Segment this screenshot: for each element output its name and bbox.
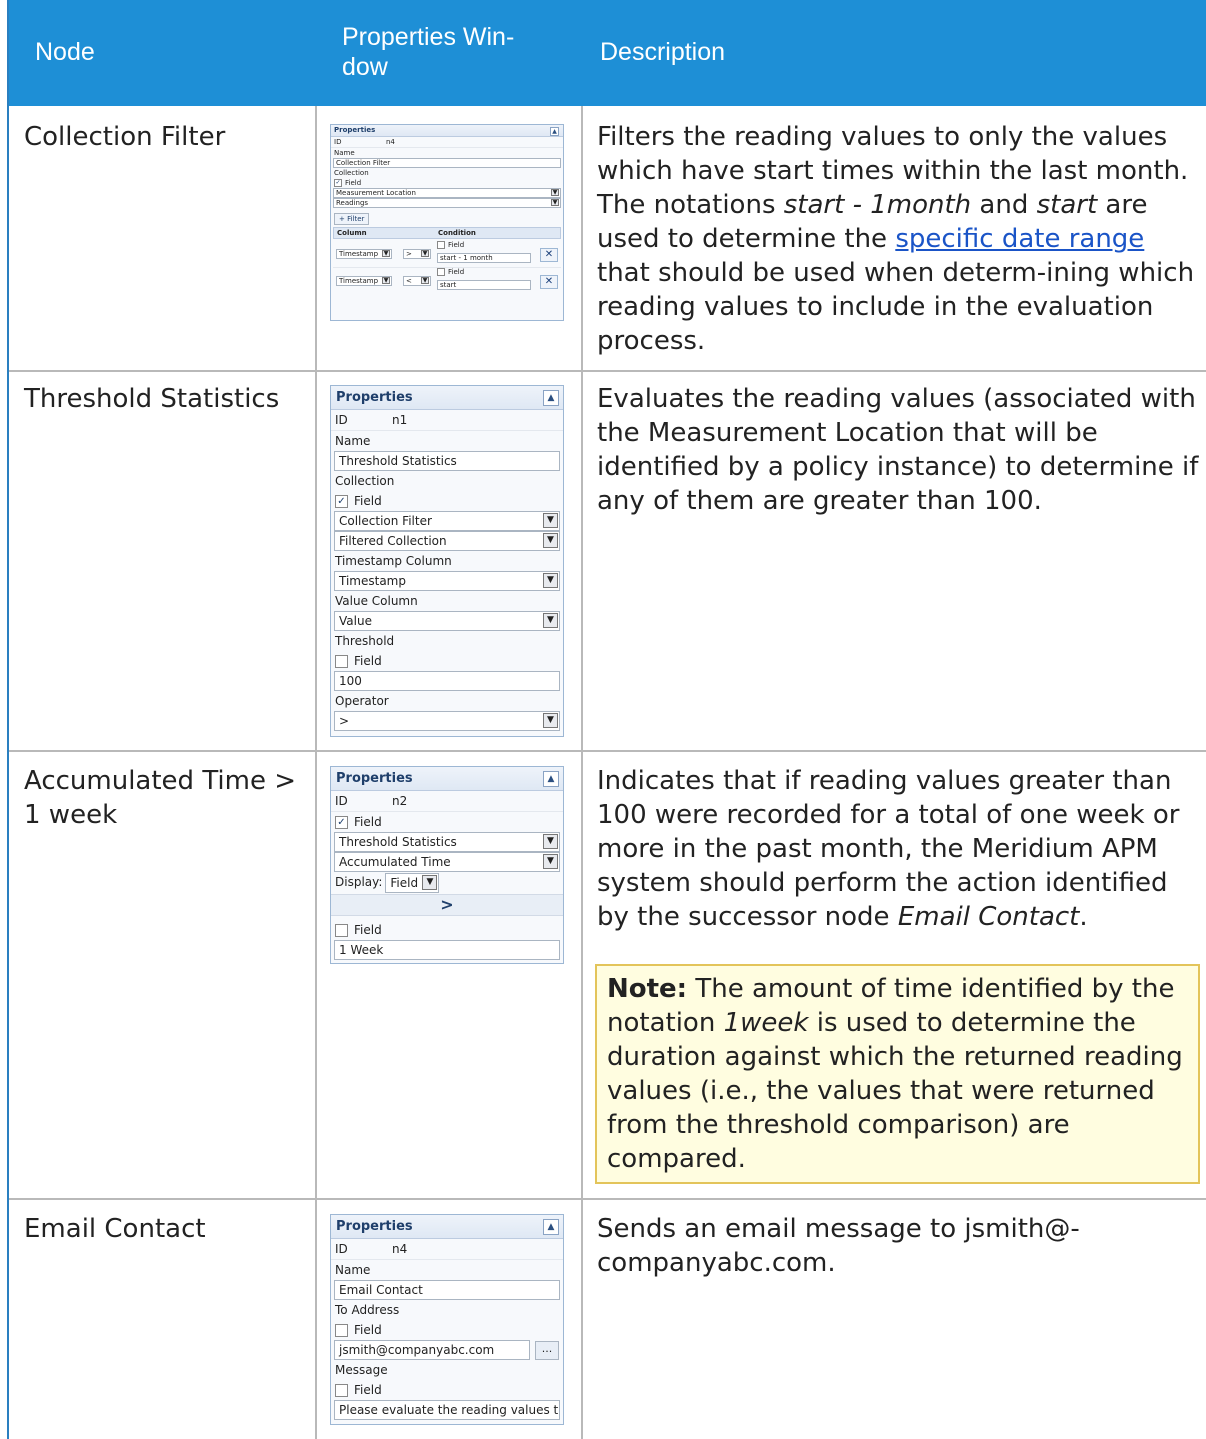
condition-field[interactable]: start (437, 280, 531, 290)
note-box: Note: The amount of time identified by t… (595, 964, 1200, 1184)
operator-toggle[interactable]: > (331, 894, 563, 916)
chevron-down-icon: ▼ (382, 277, 390, 284)
panel-header: Properties ▲ (331, 386, 563, 410)
field-checkbox[interactable] (335, 1324, 348, 1337)
column-dropdown[interactable]: Timestamp ▼ (336, 276, 392, 286)
node-description: Indicates that if reading values greater… (597, 766, 1180, 932)
collection-dropdown[interactable]: Measurement Location ▼ (333, 188, 561, 198)
browse-button[interactable]: ... (535, 1341, 559, 1360)
filter-table-header: Column Condition (333, 227, 561, 239)
collapse-icon[interactable]: ▲ (543, 390, 559, 406)
filter-row: Timestamp ▼ > ▼ Field start - 1 month ✕ (333, 239, 561, 268)
operator-dropdown[interactable]: < ▼ (403, 276, 431, 286)
operator-dropdown[interactable]: > ▼ (334, 711, 560, 731)
to-address-field[interactable]: jsmith@companyabc.com (334, 1340, 530, 1360)
node-description: Filters the reading values to only the v… (597, 122, 1195, 356)
node-name: Threshold Statistics (24, 384, 280, 414)
remove-filter-icon[interactable]: ✕ (540, 248, 558, 262)
filter-row: Timestamp ▼ < ▼ Field start ✕ (333, 268, 561, 296)
remove-filter-icon[interactable]: ✕ (540, 275, 558, 289)
chevron-down-icon: ▼ (543, 713, 558, 728)
node-name: Accumulated Time > 1 week (24, 766, 296, 830)
chevron-down-icon: ▼ (551, 199, 559, 206)
chevron-down-icon: ▼ (543, 854, 558, 869)
chevron-down-icon: ▼ (421, 250, 429, 257)
properties-panel: Properties ▲ ID n4 Name Email Contact To A… (330, 1214, 564, 1425)
chevron-down-icon: ▼ (543, 613, 558, 628)
chevron-down-icon: ▼ (421, 277, 429, 284)
collection-dropdown[interactable]: Filtered Collection ▼ (334, 531, 560, 551)
collection-dropdown[interactable]: Readings ▼ (333, 198, 561, 208)
chevron-down-icon: ▼ (543, 533, 558, 548)
chevron-down-icon: ▼ (422, 874, 438, 890)
field-checkbox[interactable] (335, 1384, 348, 1397)
field-checkbox[interactable] (437, 241, 445, 249)
panel-header: Properties ▲ (331, 125, 563, 137)
duration-field[interactable]: 1 Week (334, 940, 560, 960)
name-field[interactable]: Threshold Statistics (334, 451, 560, 471)
name-field[interactable]: Collection Filter (333, 158, 561, 168)
chevron-down-icon: ▼ (382, 250, 390, 257)
operator-dropdown[interactable]: > ▼ (403, 249, 431, 259)
source-dropdown[interactable]: Accumulated Time ▼ (334, 852, 560, 872)
field-checkbox[interactable]: ✓ (335, 495, 348, 508)
specific-date-range-link[interactable]: specific date range (895, 224, 1144, 254)
properties-panel: Properties ▲ ID n1 Name Threshold Statisti… (330, 385, 564, 737)
threshold-field[interactable]: 100 (334, 671, 560, 691)
field-checkbox[interactable]: ✓ (334, 179, 342, 187)
name-field[interactable]: Email Contact (334, 1280, 560, 1300)
panel-header: Properties ▲ (331, 1215, 563, 1239)
node-name: Collection Filter (24, 122, 226, 152)
display-dropdown[interactable]: Field ▼ (385, 872, 440, 893)
collapse-icon[interactable]: ▲ (543, 1219, 559, 1235)
chevron-down-icon: ▼ (543, 513, 558, 528)
chevron-down-icon: ▼ (543, 573, 558, 588)
source-dropdown[interactable]: Threshold Statistics ▼ (334, 832, 560, 852)
properties-panel: Properties ▲ ID n2 ✓ Field Threshold Statis… (330, 766, 564, 964)
table-header: Node Properties Win- dow Description (9, 0, 1206, 106)
header-description: Description (600, 38, 726, 66)
header-properties-window: Properties Win- dow (342, 23, 515, 81)
condition-field[interactable]: start - 1 month (437, 253, 531, 263)
panel-header: Properties ▲ (331, 767, 563, 791)
collection-dropdown[interactable]: Collection Filter ▼ (334, 511, 560, 531)
collapse-icon[interactable]: ▲ (550, 127, 559, 136)
column-dropdown[interactable]: Timestamp ▼ (336, 249, 392, 259)
node-table: Node Properties Win- dow Description Col… (7, 0, 1206, 1439)
message-field[interactable]: Please evaluate the reading values th (334, 1400, 560, 1420)
timestamp-column-dropdown[interactable]: Timestamp ▼ (334, 571, 560, 591)
value-column-dropdown[interactable]: Value ▼ (334, 611, 560, 631)
node-name: Email Contact (24, 1214, 206, 1244)
properties-panel: Properties ▲ ID n4 Name Collection Filter … (330, 124, 564, 321)
header-node: Node (35, 38, 95, 66)
add-filter-button[interactable]: + Filter (334, 213, 370, 225)
field-checkbox[interactable] (437, 268, 445, 276)
field-checkbox[interactable] (335, 655, 348, 668)
node-description: Evaluates the reading values (associated… (597, 384, 1199, 516)
field-checkbox[interactable]: ✓ (335, 816, 348, 829)
node-description: Sends an email message to jsmith@- compa… (597, 1214, 1080, 1278)
field-checkbox[interactable] (335, 924, 348, 937)
chevron-down-icon: ▼ (543, 834, 558, 849)
collapse-icon[interactable]: ▲ (543, 771, 559, 787)
chevron-down-icon: ▼ (551, 189, 559, 196)
